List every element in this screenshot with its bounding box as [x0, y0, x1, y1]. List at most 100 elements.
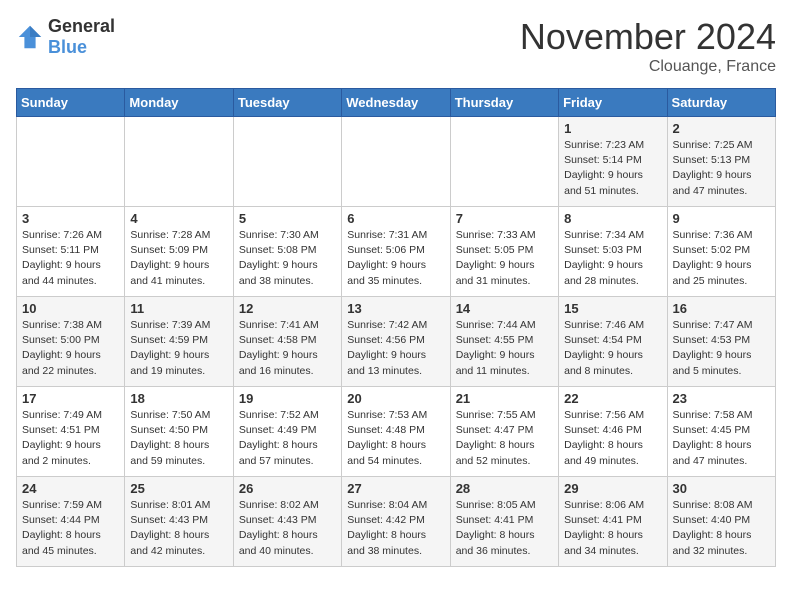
- day-info: Sunrise: 8:01 AM Sunset: 4:43 PM Dayligh…: [130, 498, 227, 559]
- page-header: General Blue November 2024 Clouange, Fra…: [16, 16, 776, 76]
- logo-text-blue: Blue: [48, 37, 87, 57]
- day-cell: 9 Sunrise: 7:36 AM Sunset: 5:02 PM Daylig…: [667, 207, 775, 297]
- weekday-header-tuesday: Tuesday: [233, 89, 341, 117]
- day-info: Sunrise: 7:42 AM Sunset: 4:56 PM Dayligh…: [347, 318, 444, 379]
- day-number: 18: [130, 391, 227, 406]
- day-info: Sunrise: 7:46 AM Sunset: 4:54 PM Dayligh…: [564, 318, 661, 379]
- day-number: 6: [347, 211, 444, 226]
- day-number: 22: [564, 391, 661, 406]
- day-info: Sunrise: 7:34 AM Sunset: 5:03 PM Dayligh…: [564, 228, 661, 289]
- day-cell: 19 Sunrise: 7:52 AM Sunset: 4:49 PM Dayli…: [233, 387, 341, 477]
- day-number: 26: [239, 481, 336, 496]
- day-cell: 6 Sunrise: 7:31 AM Sunset: 5:06 PM Daylig…: [342, 207, 450, 297]
- day-cell: 8 Sunrise: 7:34 AM Sunset: 5:03 PM Daylig…: [559, 207, 667, 297]
- day-number: 7: [456, 211, 553, 226]
- day-info: Sunrise: 7:33 AM Sunset: 5:05 PM Dayligh…: [456, 228, 553, 289]
- day-cell: [342, 117, 450, 207]
- day-info: Sunrise: 7:47 AM Sunset: 4:53 PM Dayligh…: [673, 318, 770, 379]
- day-number: 5: [239, 211, 336, 226]
- day-cell: 23Sunrise: 7:58 AM Sunset: 4:45 PM Dayli…: [667, 387, 775, 477]
- logo-icon: [16, 23, 44, 51]
- day-cell: 12Sunrise: 7:41 AM Sunset: 4:58 PM Dayli…: [233, 297, 341, 387]
- day-cell: 10Sunrise: 7:38 AM Sunset: 5:00 PM Dayli…: [17, 297, 125, 387]
- day-number: 8: [564, 211, 661, 226]
- weekday-header-monday: Monday: [125, 89, 233, 117]
- day-info: Sunrise: 7:23 AM Sunset: 5:14 PM Dayligh…: [564, 138, 661, 199]
- day-number: 27: [347, 481, 444, 496]
- day-cell: 1 Sunrise: 7:23 AM Sunset: 5:14 PM Daylig…: [559, 117, 667, 207]
- weekday-header-saturday: Saturday: [667, 89, 775, 117]
- day-number: 19: [239, 391, 336, 406]
- day-number: 25: [130, 481, 227, 496]
- day-number: 15: [564, 301, 661, 316]
- weekday-header-wednesday: Wednesday: [342, 89, 450, 117]
- week-row-1: 1 Sunrise: 7:23 AM Sunset: 5:14 PM Daylig…: [17, 117, 776, 207]
- day-info: Sunrise: 7:44 AM Sunset: 4:55 PM Dayligh…: [456, 318, 553, 379]
- week-row-2: 3Sunrise: 7:26 AM Sunset: 5:11 PM Daylig…: [17, 207, 776, 297]
- day-info: Sunrise: 7:41 AM Sunset: 4:58 PM Dayligh…: [239, 318, 336, 379]
- day-info: Sunrise: 8:02 AM Sunset: 4:43 PM Dayligh…: [239, 498, 336, 559]
- day-cell: 26 Sunrise: 8:02 AM Sunset: 4:43 PM Dayli…: [233, 477, 341, 567]
- day-number: 14: [456, 301, 553, 316]
- logo-text-general: General: [48, 16, 115, 36]
- day-info: Sunrise: 7:50 AM Sunset: 4:50 PM Dayligh…: [130, 408, 227, 469]
- day-number: 11: [130, 301, 227, 316]
- day-cell: 17Sunrise: 7:49 AM Sunset: 4:51 PM Dayli…: [17, 387, 125, 477]
- month-title: November 2024: [520, 16, 776, 58]
- day-number: 16: [673, 301, 770, 316]
- logo: General Blue: [16, 16, 115, 58]
- day-info: Sunrise: 7:53 AM Sunset: 4:48 PM Dayligh…: [347, 408, 444, 469]
- day-number: 29: [564, 481, 661, 496]
- weekday-header-sunday: Sunday: [17, 89, 125, 117]
- day-info: Sunrise: 7:38 AM Sunset: 5:00 PM Dayligh…: [22, 318, 119, 379]
- day-cell: 28Sunrise: 8:05 AM Sunset: 4:41 PM Dayli…: [450, 477, 558, 567]
- day-info: Sunrise: 7:59 AM Sunset: 4:44 PM Dayligh…: [22, 498, 119, 559]
- day-cell: 30 Sunrise: 8:08 AM Sunset: 4:40 PM Dayli…: [667, 477, 775, 567]
- day-cell: 7 Sunrise: 7:33 AM Sunset: 5:05 PM Daylig…: [450, 207, 558, 297]
- day-info: Sunrise: 7:28 AM Sunset: 5:09 PM Dayligh…: [130, 228, 227, 289]
- day-info: Sunrise: 7:36 AM Sunset: 5:02 PM Dayligh…: [673, 228, 770, 289]
- calendar-table: SundayMondayTuesdayWednesdayThursdayFrid…: [16, 88, 776, 567]
- location: Clouange, France: [520, 58, 776, 76]
- logo-wordmark: General Blue: [48, 16, 115, 58]
- day-cell: 29Sunrise: 8:06 AM Sunset: 4:41 PM Dayli…: [559, 477, 667, 567]
- day-number: 1: [564, 121, 661, 136]
- day-cell: 5Sunrise: 7:30 AM Sunset: 5:08 PM Daylig…: [233, 207, 341, 297]
- day-info: Sunrise: 7:52 AM Sunset: 4:49 PM Dayligh…: [239, 408, 336, 469]
- day-info: Sunrise: 7:25 AM Sunset: 5:13 PM Dayligh…: [673, 138, 770, 199]
- day-info: Sunrise: 7:31 AM Sunset: 5:06 PM Dayligh…: [347, 228, 444, 289]
- day-cell: 13 Sunrise: 7:42 AM Sunset: 4:56 PM Dayli…: [342, 297, 450, 387]
- day-cell: [233, 117, 341, 207]
- day-number: 20: [347, 391, 444, 406]
- day-cell: 16 Sunrise: 7:47 AM Sunset: 4:53 PM Dayli…: [667, 297, 775, 387]
- week-row-4: 17Sunrise: 7:49 AM Sunset: 4:51 PM Dayli…: [17, 387, 776, 477]
- day-cell: [450, 117, 558, 207]
- weekday-header-friday: Friday: [559, 89, 667, 117]
- day-number: 23: [673, 391, 770, 406]
- day-number: 13: [347, 301, 444, 316]
- day-number: 3: [22, 211, 119, 226]
- day-cell: 21 Sunrise: 7:55 AM Sunset: 4:47 PM Dayli…: [450, 387, 558, 477]
- day-number: 21: [456, 391, 553, 406]
- title-block: November 2024 Clouange, France: [520, 16, 776, 76]
- day-number: 17: [22, 391, 119, 406]
- day-number: 28: [456, 481, 553, 496]
- day-info: Sunrise: 8:08 AM Sunset: 4:40 PM Dayligh…: [673, 498, 770, 559]
- day-cell: 25 Sunrise: 8:01 AM Sunset: 4:43 PM Dayli…: [125, 477, 233, 567]
- day-cell: [125, 117, 233, 207]
- day-cell: 11Sunrise: 7:39 AM Sunset: 4:59 PM Dayli…: [125, 297, 233, 387]
- day-number: 30: [673, 481, 770, 496]
- day-cell: [17, 117, 125, 207]
- day-cell: 22Sunrise: 7:56 AM Sunset: 4:46 PM Dayli…: [559, 387, 667, 477]
- day-info: Sunrise: 7:55 AM Sunset: 4:47 PM Dayligh…: [456, 408, 553, 469]
- day-number: 9: [673, 211, 770, 226]
- week-row-5: 24Sunrise: 7:59 AM Sunset: 4:44 PM Dayli…: [17, 477, 776, 567]
- day-number: 4: [130, 211, 227, 226]
- day-cell: 20 Sunrise: 7:53 AM Sunset: 4:48 PM Dayli…: [342, 387, 450, 477]
- week-row-3: 10Sunrise: 7:38 AM Sunset: 5:00 PM Dayli…: [17, 297, 776, 387]
- day-info: Sunrise: 8:04 AM Sunset: 4:42 PM Dayligh…: [347, 498, 444, 559]
- day-cell: 3Sunrise: 7:26 AM Sunset: 5:11 PM Daylig…: [17, 207, 125, 297]
- weekday-header-row: SundayMondayTuesdayWednesdayThursdayFrid…: [17, 89, 776, 117]
- day-cell: 24Sunrise: 7:59 AM Sunset: 4:44 PM Dayli…: [17, 477, 125, 567]
- day-cell: 15 Sunrise: 7:46 AM Sunset: 4:54 PM Dayli…: [559, 297, 667, 387]
